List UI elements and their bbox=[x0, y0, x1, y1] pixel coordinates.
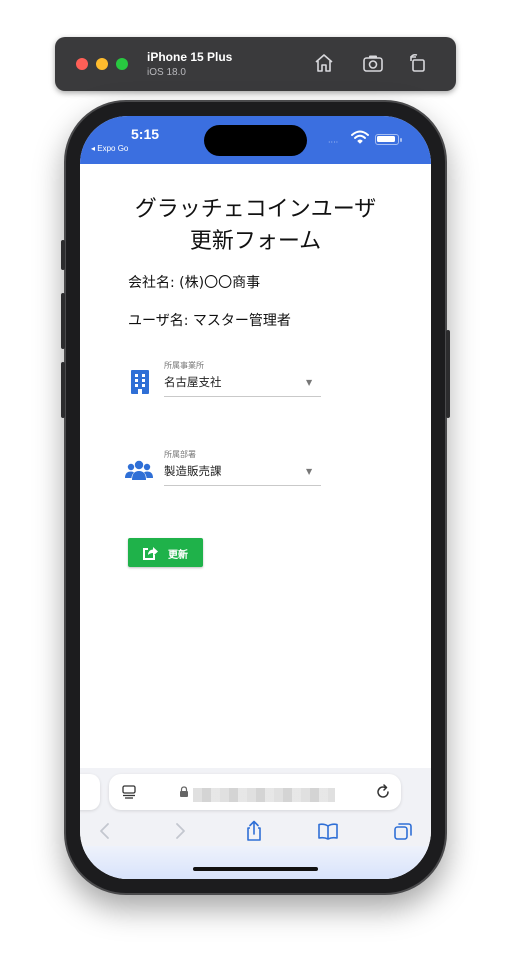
department-underline bbox=[164, 485, 321, 486]
users-icon bbox=[125, 460, 153, 480]
forward-icon[interactable] bbox=[169, 820, 191, 842]
office-label: 所属事業所 bbox=[164, 361, 204, 370]
back-to-app-link[interactable]: ◂ Expo Go bbox=[91, 144, 128, 153]
battery-icon bbox=[375, 134, 402, 145]
cellular-signal-icon: ···· bbox=[328, 138, 339, 147]
title-line-1: グラッチェコインユーザ bbox=[134, 197, 377, 222]
tabs-icon[interactable] bbox=[392, 820, 414, 842]
building-icon bbox=[131, 370, 149, 394]
reader-icon[interactable] bbox=[122, 785, 136, 799]
action-button bbox=[61, 240, 65, 270]
department-label: 所属部署 bbox=[164, 450, 196, 459]
status-bar: 5:15 ◂ Expo Go ···· bbox=[80, 116, 431, 164]
bookmarks-icon[interactable] bbox=[317, 820, 339, 842]
power-button bbox=[446, 330, 450, 418]
office-chevron-down-icon[interactable]: ▼ bbox=[306, 378, 312, 387]
back-icon[interactable] bbox=[94, 820, 116, 842]
volume-down-button bbox=[61, 362, 65, 418]
phone-screen: 5:15 ◂ Expo Go ···· グラッチェコインユーザ 更新フォーム 会… bbox=[80, 116, 431, 879]
close-window-button[interactable] bbox=[76, 58, 88, 70]
department-select[interactable]: 製造販売課 bbox=[164, 463, 222, 479]
share-icon[interactable] bbox=[243, 820, 265, 842]
reload-icon[interactable] bbox=[375, 784, 391, 800]
office-select[interactable]: 名古屋支社 bbox=[164, 374, 222, 390]
zoom-window-button[interactable] bbox=[116, 58, 128, 70]
address-bar[interactable] bbox=[109, 774, 401, 810]
office-underline bbox=[164, 396, 321, 397]
previous-tab-preview[interactable] bbox=[80, 774, 100, 810]
title-line-2: 更新フォーム bbox=[189, 229, 322, 254]
home-indicator bbox=[193, 867, 318, 871]
dynamic-island bbox=[204, 125, 307, 156]
safari-bottom-gradient bbox=[80, 846, 431, 879]
company-name: 会社名: (株)〇〇商事 bbox=[128, 275, 261, 291]
update-button[interactable]: 更新 bbox=[128, 538, 203, 567]
user-name: ユーザ名: マスター管理者 bbox=[128, 313, 291, 329]
url-text-redacted bbox=[193, 788, 335, 802]
lock-icon bbox=[180, 786, 188, 797]
device-name: iPhone 15 Plus bbox=[147, 50, 233, 64]
update-button-label: 更新 bbox=[168, 550, 188, 561]
home-icon[interactable] bbox=[313, 52, 335, 74]
minimize-window-button[interactable] bbox=[96, 58, 108, 70]
page-title: グラッチェコインユーザ 更新フォーム bbox=[80, 194, 431, 258]
screenshot-icon[interactable] bbox=[362, 52, 384, 74]
rotate-icon[interactable] bbox=[407, 52, 429, 74]
volume-up-button bbox=[61, 293, 65, 349]
department-chevron-down-icon[interactable]: ▼ bbox=[306, 467, 312, 476]
os-version: iOS 18.0 bbox=[147, 67, 186, 78]
wifi-icon bbox=[351, 130, 369, 144]
share-square-icon bbox=[143, 547, 158, 560]
status-time: 5:15 bbox=[131, 126, 160, 142]
